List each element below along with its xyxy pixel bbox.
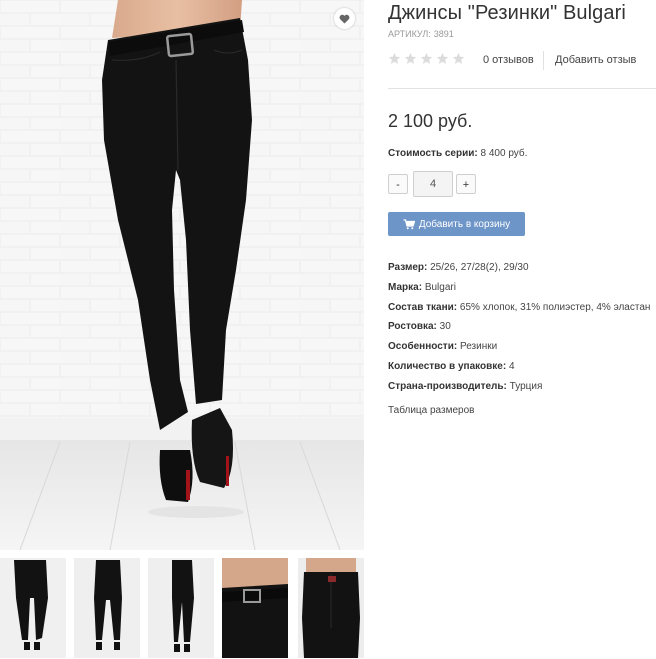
property-label: Особенности: xyxy=(388,341,458,353)
main-product-photo[interactable] xyxy=(0,0,364,550)
cart-icon xyxy=(403,218,415,229)
property-value: Турция xyxy=(509,380,543,392)
quantity-increase-button[interactable]: + xyxy=(456,174,476,194)
size-table-link[interactable]: Таблица размеров xyxy=(388,405,474,416)
property-value: Bulgari xyxy=(424,281,456,293)
favorite-button[interactable] xyxy=(334,8,355,29)
quantity-input[interactable] xyxy=(413,171,453,197)
series-price-label: Стоимость серии: xyxy=(388,148,478,159)
thumbnail-5[interactable] xyxy=(298,558,364,658)
property-label: Состав ткани: xyxy=(388,301,458,313)
property-row: Ростовка: 30 xyxy=(388,317,656,337)
property-row: Особенности: Резинки xyxy=(388,337,656,357)
product-info-panel: Джинсы "Резинки" Bulgari АРТИКУЛ: 3891 0 … xyxy=(388,0,656,659)
property-row: Состав ткани: 65% хлопок, 31% полиэстер,… xyxy=(388,298,656,318)
property-row: Размер: 25/26, 27/28(2), 29/30 xyxy=(388,258,656,278)
jeans-photo xyxy=(0,0,364,550)
property-label: Размер: xyxy=(388,262,428,273)
property-value: Резинки xyxy=(459,341,498,353)
thumbnail-image xyxy=(148,558,214,658)
property-label: Ростовка: xyxy=(388,321,437,333)
thumbnail-image xyxy=(74,558,140,658)
property-label: Количество в упаковке: xyxy=(388,360,507,372)
series-price-value: 8 400 руб. xyxy=(480,148,528,159)
property-row: Страна-производитель: Турция xyxy=(388,377,656,397)
heart-icon xyxy=(339,14,350,24)
star-icon xyxy=(436,52,449,64)
thumbnail-strip xyxy=(0,558,370,659)
thumbnail-image xyxy=(298,558,364,658)
divider xyxy=(388,88,656,89)
thumbnail-image xyxy=(0,558,66,658)
sku-value: 3891 xyxy=(433,29,454,39)
thumbnail-2[interactable] xyxy=(74,558,140,658)
rating-row: 0 отзывов Добавить отзыв xyxy=(388,51,656,71)
thumbnail-4[interactable] xyxy=(222,558,288,658)
property-row: Марка: Bulgari xyxy=(388,278,656,298)
price: 2 100 руб. xyxy=(388,111,473,131)
quantity-decrease-button[interactable]: - xyxy=(388,174,408,194)
property-label: Страна-производитель: xyxy=(388,380,507,392)
product-title: Джинсы "Резинки" Bulgari xyxy=(388,2,626,24)
divider xyxy=(543,51,544,70)
sku: АРТИКУЛ: 3891 xyxy=(388,29,457,39)
sku-label: АРТИКУЛ: xyxy=(388,29,431,39)
property-label: Марка: xyxy=(388,281,423,293)
rating-stars[interactable] xyxy=(388,52,468,70)
property-value: 4 xyxy=(508,360,515,372)
product-properties: Размер: 25/26, 27/28(2), 29/30 Марка: Bu… xyxy=(388,258,656,397)
star-icon xyxy=(388,52,401,64)
reviews-count-link[interactable]: 0 отзывов xyxy=(483,54,534,66)
property-value: 30 xyxy=(439,321,451,333)
thumbnail-3[interactable] xyxy=(148,558,214,658)
star-icon xyxy=(404,52,417,64)
add-to-cart-button[interactable]: Добавить в корзину xyxy=(388,212,525,236)
series-price: Стоимость серии: 8 400 руб. xyxy=(388,148,527,159)
add-review-link[interactable]: Добавить отзыв xyxy=(555,54,636,66)
star-icon xyxy=(420,52,433,64)
thumbnail-image xyxy=(222,558,288,658)
property-row: Количество в упаковке: 4 xyxy=(388,357,656,377)
property-value: 65% хлопок, 31% полиэстер, 4% эластан xyxy=(459,301,651,313)
star-icon xyxy=(452,52,465,64)
add-to-cart-label: Добавить в корзину xyxy=(418,218,511,230)
property-value: 25/26, 27/28(2), 29/30 xyxy=(430,262,529,273)
thumbnail-1[interactable] xyxy=(0,558,66,658)
